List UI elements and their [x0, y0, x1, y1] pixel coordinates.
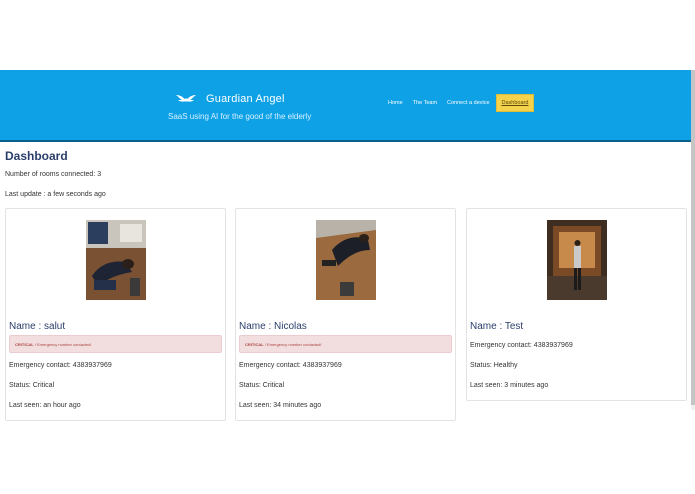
- emergency-contact: Emergency contact: 4383937969: [9, 362, 112, 369]
- nav-the-team[interactable]: The Team: [409, 96, 441, 110]
- alert-text: ! Emergency number contacted!: [33, 342, 92, 347]
- status-text: Status: Critical: [239, 382, 285, 389]
- critical-alert: CRITICAL ! Emergency number contacted!: [9, 335, 222, 353]
- site-header: Guardian Angel SaaS using AI for the goo…: [0, 70, 691, 142]
- nav-home[interactable]: Home: [384, 96, 407, 110]
- nav-connect-device[interactable]: Connect a device: [443, 96, 494, 110]
- scrollbar[interactable]: [691, 70, 695, 410]
- nav-dashboard[interactable]: Dashboard: [495, 94, 535, 112]
- brand-name: Guardian Angel: [206, 93, 285, 105]
- person-name: Name : Nicolas: [239, 321, 307, 332]
- main-nav: Home The Team Connect a device Dashboard: [384, 94, 536, 112]
- last-seen-text: Last seen: 34 minutes ago: [239, 402, 322, 409]
- rooms-connected-text: Number of rooms connected: 3: [5, 171, 102, 178]
- last-update-text: Last update : a few seconds ago: [5, 191, 106, 198]
- page: Guardian Angel SaaS using AI for the goo…: [0, 0, 695, 494]
- wings-icon: [176, 92, 196, 106]
- page-title: Dashboard: [5, 149, 68, 163]
- emergency-contact: Emergency contact: 4383937969: [239, 362, 342, 369]
- status-text: Status: Critical: [9, 382, 55, 389]
- room-card: Name : Test Emergency contact: 438393796…: [466, 208, 687, 401]
- alert-text: ! Emergency number contacted!: [263, 342, 322, 347]
- room-card: Name : salut CRITICAL ! Emergency number…: [5, 208, 226, 421]
- scrollbar-thumb[interactable]: [691, 70, 695, 405]
- person-name: Name : salut: [9, 321, 66, 332]
- tagline: SaaS using AI for the good of the elderl…: [168, 112, 312, 121]
- room-photo: [316, 220, 376, 300]
- room-photo: [86, 220, 146, 300]
- critical-alert: CRITICAL ! Emergency number contacted!: [239, 335, 452, 353]
- status-text: Status: Healthy: [470, 362, 518, 369]
- brand-link[interactable]: Guardian Angel: [176, 92, 285, 106]
- last-seen-text: Last seen: 3 minutes ago: [470, 382, 549, 389]
- last-seen-text: Last seen: an hour ago: [9, 402, 81, 409]
- emergency-contact: Emergency contact: 4383937969: [470, 342, 573, 349]
- alert-strong: CRITICAL: [15, 342, 34, 347]
- alert-strong: CRITICAL: [245, 342, 264, 347]
- room-photo: [547, 220, 607, 300]
- room-card: Name : Nicolas CRITICAL ! Emergency numb…: [235, 208, 456, 421]
- top-spacer: [0, 0, 695, 70]
- person-name: Name : Test: [470, 321, 524, 332]
